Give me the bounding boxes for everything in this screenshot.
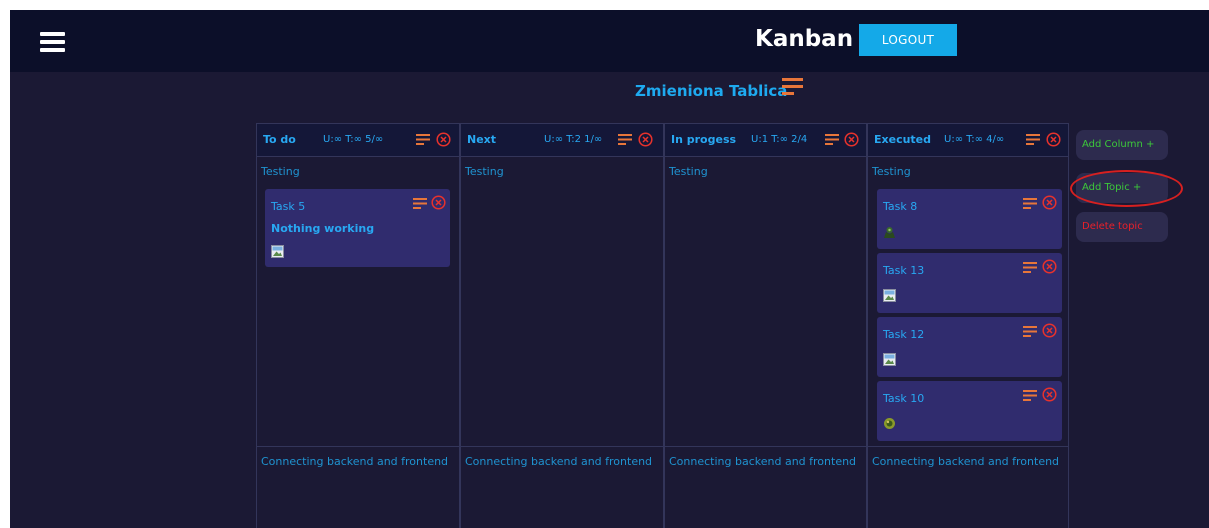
task-card[interactable]: Task 13	[877, 253, 1062, 313]
column-next: Next U:∞ T:2 1/∞ Testing Connecting back…	[460, 123, 664, 528]
topic-label: Connecting backend and frontend	[261, 455, 449, 468]
board-title: Zmieniona Tablica	[635, 82, 788, 100]
app-window: Kanban LOGOUT Zmieniona Tablica To do U:…	[10, 10, 1209, 528]
column-limits: U:∞ T:∞ 5/∞	[323, 134, 384, 145]
column-limits: U:∞ T:∞ 4/∞	[944, 134, 1005, 145]
column-close-icon[interactable]	[1046, 132, 1061, 147]
delete-topic-button[interactable]: Delete topic	[1076, 212, 1168, 242]
card-close-icon[interactable]	[1042, 387, 1057, 402]
column-menu-icon[interactable]	[825, 134, 839, 145]
add-topic-button[interactable]: Add Topic +	[1076, 173, 1168, 203]
avatar-icon	[884, 418, 895, 429]
card-title: Task 10	[883, 392, 925, 405]
topic-label: Testing	[261, 165, 300, 178]
board-menu-icon[interactable]	[782, 78, 803, 95]
image-placeholder-icon	[883, 289, 896, 302]
card-menu-icon[interactable]	[1023, 262, 1037, 273]
card-menu-icon[interactable]	[1023, 198, 1037, 209]
column-header: In progess U:1 T:∞ 2/4	[665, 124, 866, 157]
column-to-do: To do U:∞ T:∞ 5/∞ Testing Task 5 Nothing…	[256, 123, 460, 528]
topic-divider	[665, 446, 866, 447]
topic-label: Connecting backend and frontend	[872, 455, 1060, 468]
column-header: Executed U:∞ T:∞ 4/∞	[868, 124, 1068, 157]
avatar-icon	[884, 227, 895, 238]
topic-divider	[868, 446, 1068, 447]
task-card[interactable]: Task 8	[877, 189, 1062, 249]
card-close-icon[interactable]	[1042, 195, 1057, 210]
add-column-button[interactable]: Add Column +	[1076, 130, 1168, 160]
column-close-icon[interactable]	[436, 132, 451, 147]
column-executed: Executed U:∞ T:∞ 4/∞ Testing Task 8 Task…	[867, 123, 1069, 528]
column-limits: U:∞ T:2 1/∞	[544, 134, 603, 145]
card-title: Task 13	[883, 264, 925, 277]
column-menu-icon[interactable]	[618, 134, 632, 145]
topic-label: Connecting backend and frontend	[465, 455, 653, 468]
column-close-icon[interactable]	[638, 132, 653, 147]
hamburger-icon[interactable]	[40, 32, 65, 52]
app-title: Kanban	[755, 26, 854, 52]
card-menu-icon[interactable]	[1023, 390, 1037, 401]
topic-divider	[461, 446, 663, 447]
topic-label: Testing	[669, 165, 708, 178]
column-name: Next	[467, 133, 497, 146]
card-title: Task 8	[883, 200, 918, 213]
card-menu-icon[interactable]	[1023, 326, 1037, 337]
card-title: Task 5	[271, 200, 306, 213]
image-placeholder-icon	[271, 245, 284, 258]
image-placeholder-icon	[883, 353, 896, 366]
column-name: In progess	[671, 133, 737, 146]
column-limits: U:1 T:∞ 2/4	[751, 134, 808, 145]
column-menu-icon[interactable]	[1026, 134, 1040, 145]
column-menu-icon[interactable]	[416, 134, 430, 145]
task-card[interactable]: Task 10	[877, 381, 1062, 441]
column-name: Executed	[874, 133, 932, 146]
card-close-icon[interactable]	[431, 195, 446, 210]
column-name: To do	[263, 133, 296, 146]
card-close-icon[interactable]	[1042, 323, 1057, 338]
topic-label: Testing	[872, 165, 911, 178]
top-bar: Kanban LOGOUT	[10, 10, 1209, 72]
topic-divider	[257, 446, 459, 447]
card-menu-icon[interactable]	[413, 198, 427, 209]
topic-label: Connecting backend and frontend	[669, 455, 857, 468]
task-card[interactable]: Task 5 Nothing working	[265, 189, 450, 267]
column-header: To do U:∞ T:∞ 5/∞	[257, 124, 459, 157]
topic-label: Testing	[465, 165, 504, 178]
card-description: Nothing working	[271, 222, 375, 235]
logout-button[interactable]: LOGOUT	[859, 24, 957, 56]
card-close-icon[interactable]	[1042, 259, 1057, 274]
column-close-icon[interactable]	[844, 132, 859, 147]
column-in-progress: In progess U:1 T:∞ 2/4 Testing Connectin…	[664, 123, 867, 528]
task-card[interactable]: Task 12	[877, 317, 1062, 377]
column-header: Next U:∞ T:2 1/∞	[461, 124, 663, 157]
card-title: Task 12	[883, 328, 925, 341]
